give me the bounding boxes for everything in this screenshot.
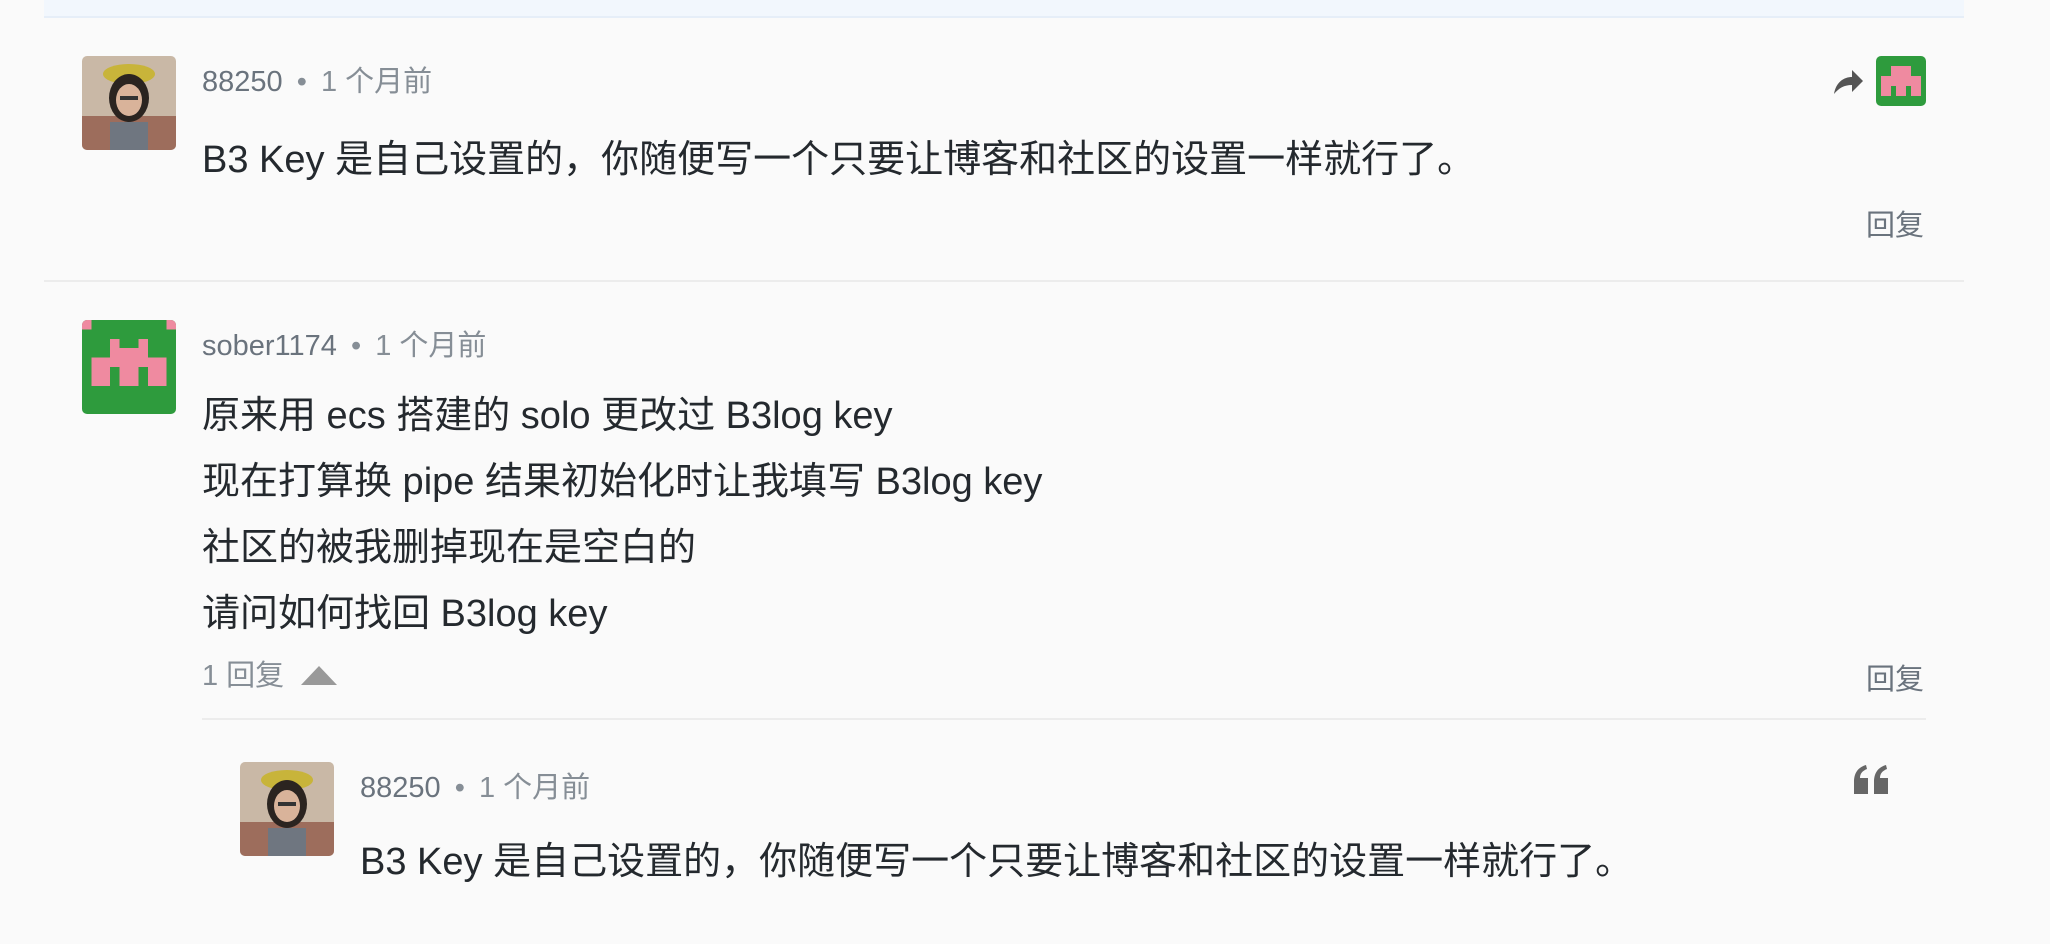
author-name[interactable]: 88250 (202, 66, 283, 98)
avatar[interactable] (240, 762, 334, 856)
comment-meta: 88250 • 1 个月前 (360, 764, 590, 806)
comment-time: 1 个月前 (478, 772, 591, 804)
comment-text-line: 请问如何找回 B3log key (202, 593, 608, 635)
comment-text-line: 现在打算换 pipe 结果初始化时让我填写 B3log key (202, 461, 1043, 503)
avatar[interactable] (82, 56, 176, 150)
pixel-avatar (82, 320, 176, 414)
comment-text: B3 Key 是自己设置的，你随便写一个只要让博客和社区的设置一样就行了。 (360, 841, 1634, 883)
replies-count: 1 回复 (202, 660, 285, 692)
previous-section-edge (44, 0, 1964, 18)
reply-button[interactable]: 回复 (1866, 656, 1924, 698)
separator-dot: • (454, 772, 465, 804)
comment-text-line: 原来用 ecs 搭建的 solo 更改过 B3log key (202, 395, 893, 437)
separator-dot: • (296, 66, 307, 98)
separator-dot: • (350, 330, 362, 362)
author-name[interactable]: 88250 (360, 772, 441, 804)
reply-button[interactable]: 回复 (1866, 202, 1924, 244)
share-arrow-icon[interactable] (1830, 64, 1866, 100)
comment-meta: 88250 • 1 个月前 (202, 58, 432, 100)
replies-toggle[interactable]: 1 回复 (202, 652, 338, 694)
user-photo-avatar (82, 56, 176, 150)
reply-divider (202, 718, 1926, 720)
comment-text: B3 Key 是自己设置的，你随便写一个只要让博客和社区的设置一样就行了。 (202, 139, 1476, 181)
author-name[interactable]: sober1174 (202, 330, 337, 362)
comment-time: 1 个月前 (320, 66, 433, 98)
avatar[interactable] (82, 320, 176, 414)
avatar[interactable] (1876, 56, 1926, 106)
comment-text-line: 社区的被我删掉现在是空白的 (202, 527, 697, 569)
user-photo-avatar (240, 762, 334, 856)
comment-time: 1 个月前 (375, 330, 487, 362)
caret-up-icon (300, 661, 338, 694)
comment-divider (44, 280, 1964, 282)
comment-meta: sober1174 • 1 个月前 (202, 322, 486, 364)
quote-icon[interactable] (1852, 764, 1892, 796)
